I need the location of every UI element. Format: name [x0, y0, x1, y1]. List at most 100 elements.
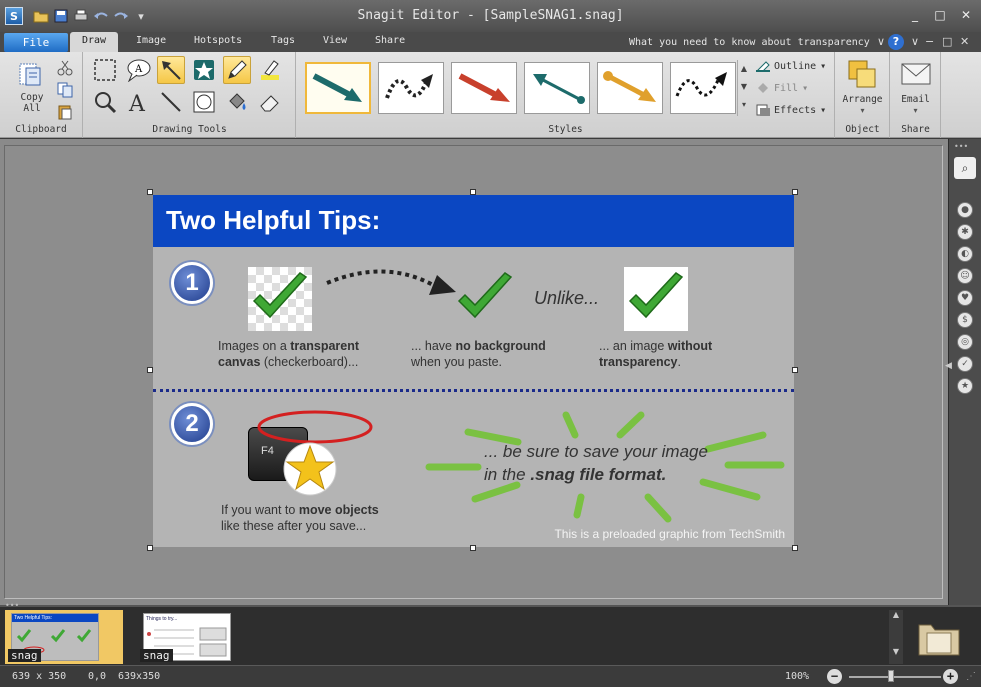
quick-stamp-4-icon[interactable]: ☺ [957, 268, 973, 284]
paste-icon[interactable] [55, 102, 75, 122]
copy-all-button[interactable]: Copy All [14, 92, 50, 114]
quick-stamp-1-icon[interactable]: ● [957, 202, 973, 218]
resize-handle-bl[interactable] [147, 545, 153, 551]
doc-restore-icon[interactable]: □ [942, 35, 952, 48]
tab-tags[interactable]: Tags [271, 35, 295, 46]
maximize-button[interactable]: □ [931, 7, 949, 23]
pen-tool-icon[interactable] [223, 56, 251, 84]
resize-handle-tl[interactable] [147, 189, 153, 195]
copy-icon[interactable] [55, 80, 75, 100]
stamp-tool-icon[interactable] [190, 56, 218, 84]
redo-icon[interactable] [113, 8, 129, 24]
zoom-slider-thumb[interactable] [888, 670, 894, 682]
tray-thumbnail-2[interactable]: Things to try... snag [137, 610, 255, 664]
fill-tool-icon[interactable] [223, 88, 251, 116]
tray-scroll-up-icon[interactable]: ▲ [889, 610, 903, 619]
zoom-in-button[interactable]: + [943, 669, 958, 684]
style-arrow-dotted-wave[interactable] [670, 62, 736, 114]
print-icon[interactable] [73, 8, 89, 24]
status-bar: 639 x 350 0,0 639x350 100% − + ⋰ [0, 665, 981, 687]
resize-handle-br[interactable] [792, 545, 798, 551]
tab-share[interactable]: Share [375, 35, 405, 46]
resize-handle-tm[interactable] [470, 189, 476, 195]
erase-tool-icon[interactable] [256, 88, 284, 116]
snagit-logo-icon[interactable]: S [5, 7, 23, 25]
arrange-dropdown-icon[interactable]: ▾ [836, 106, 889, 115]
quick-stamp-2-icon[interactable]: ✱ [957, 224, 973, 240]
style-arrow-teal-reverse[interactable] [524, 62, 590, 114]
panel-grip-icon[interactable]: ••• [954, 142, 968, 151]
quick-stamp-9-icon[interactable]: ★ [957, 378, 973, 394]
resize-handle-tr[interactable] [792, 189, 798, 195]
highlight-tool-icon[interactable] [256, 56, 284, 84]
file-menu-button[interactable]: File [4, 33, 68, 52]
quick-stamp-5-icon[interactable]: ♥ [957, 290, 973, 306]
outline-button[interactable]: Outline ▾ [756, 60, 826, 72]
panel-collapse-icon[interactable]: ◀ [945, 361, 952, 371]
arrange-button[interactable]: Arrange [836, 94, 889, 105]
zoom-out-button[interactable]: − [827, 669, 842, 684]
tip-1-badge: 1 [171, 262, 213, 304]
resize-handle-mr[interactable] [792, 367, 798, 373]
panel-search-icon[interactable]: ⌕ [954, 157, 976, 179]
quick-stamp-7-icon[interactable]: ◎ [957, 334, 973, 350]
email-icon[interactable] [900, 58, 932, 90]
open-folder-icon[interactable] [33, 8, 49, 24]
resize-grip-icon[interactable]: ⋰ [966, 671, 976, 682]
quick-stamp-3-icon[interactable]: ◐ [957, 246, 973, 262]
copy-all-icon[interactable] [17, 60, 45, 88]
tray-thumbnail-1[interactable]: Two Helpful Tips: snag [5, 610, 123, 664]
quick-styles-panel: ••• ⌕ ● ✱ ◐ ☺ ♥ $ ◎ ✓ ★ ◀ [945, 139, 981, 605]
zoom-tool-icon[interactable] [91, 88, 119, 116]
library-folder-button[interactable] [914, 612, 964, 662]
zoom-percent[interactable]: 100% [785, 671, 809, 682]
doc-close-icon[interactable]: ✕ [960, 35, 969, 48]
help-link[interactable]: What you need to know about transparency [629, 37, 870, 48]
object-group-label: Object [845, 124, 880, 135]
quick-stamp-8-icon[interactable]: ✓ [957, 356, 973, 372]
gallery-up-icon[interactable]: ▲ [738, 60, 750, 78]
close-button[interactable]: ✕ [957, 7, 975, 23]
save-icon[interactable] [53, 8, 69, 24]
sample-graphic[interactable]: Two Helpful Tips: 1 Unlike... Images on … [153, 195, 794, 547]
cut-icon[interactable] [55, 58, 75, 78]
callout-tool-icon[interactable]: A [124, 56, 152, 84]
quick-stamp-6-icon[interactable]: $ [957, 312, 973, 328]
tab-hotspots[interactable]: Hotspots [194, 35, 242, 46]
tab-image[interactable]: Image [136, 35, 166, 46]
arrow-tool-icon[interactable] [157, 56, 185, 84]
effects-button[interactable]: Effects ▾ [756, 104, 826, 116]
outline-label: Outline [774, 60, 817, 72]
tray-grip-icon[interactable]: ••• [5, 601, 19, 610]
email-button[interactable]: Email [891, 94, 940, 105]
fill-button[interactable]: Fill ▾ [756, 82, 808, 94]
zoom-slider-track[interactable] [849, 676, 941, 678]
email-dropdown-icon[interactable]: ▾ [891, 106, 940, 115]
gallery-more-icon[interactable]: ▾ [738, 96, 750, 114]
doc-minimize-icon[interactable]: − [925, 35, 934, 48]
undo-icon[interactable] [93, 8, 109, 24]
tab-draw[interactable]: Draw [70, 32, 119, 52]
shape-tool-icon[interactable] [190, 88, 218, 116]
minimize-button[interactable]: _ [906, 7, 924, 23]
gallery-down-icon[interactable]: ▼ [738, 78, 750, 96]
text-tool-icon[interactable]: A [124, 88, 152, 116]
styles-gallery-scroll[interactable]: ▲ ▼ ▾ [737, 60, 750, 116]
resize-handle-ml[interactable] [147, 367, 153, 373]
share-group-label: Share [901, 124, 930, 135]
help-icon[interactable]: ? [888, 34, 904, 50]
tab-view[interactable]: View [323, 35, 347, 46]
line-tool-icon[interactable] [157, 88, 185, 116]
resize-handle-bm[interactable] [470, 545, 476, 551]
style-arrow-dotted-black[interactable] [378, 62, 444, 114]
style-arrow-teal[interactable] [305, 62, 371, 114]
style-arrow-orange[interactable] [597, 62, 663, 114]
customize-toolbar-icon[interactable]: ▾ [133, 8, 149, 24]
style-arrow-red[interactable] [451, 62, 517, 114]
arrange-icon[interactable] [846, 58, 878, 90]
tray-scrollbar[interactable]: ▲ ▼ [889, 610, 903, 664]
help-dropdown-icon[interactable]: ∨ [877, 35, 885, 48]
selection-tool-icon[interactable] [91, 56, 119, 84]
ribbon-options-icon[interactable]: ∨ [911, 35, 919, 48]
tray-scroll-down-icon[interactable]: ▼ [889, 647, 903, 656]
